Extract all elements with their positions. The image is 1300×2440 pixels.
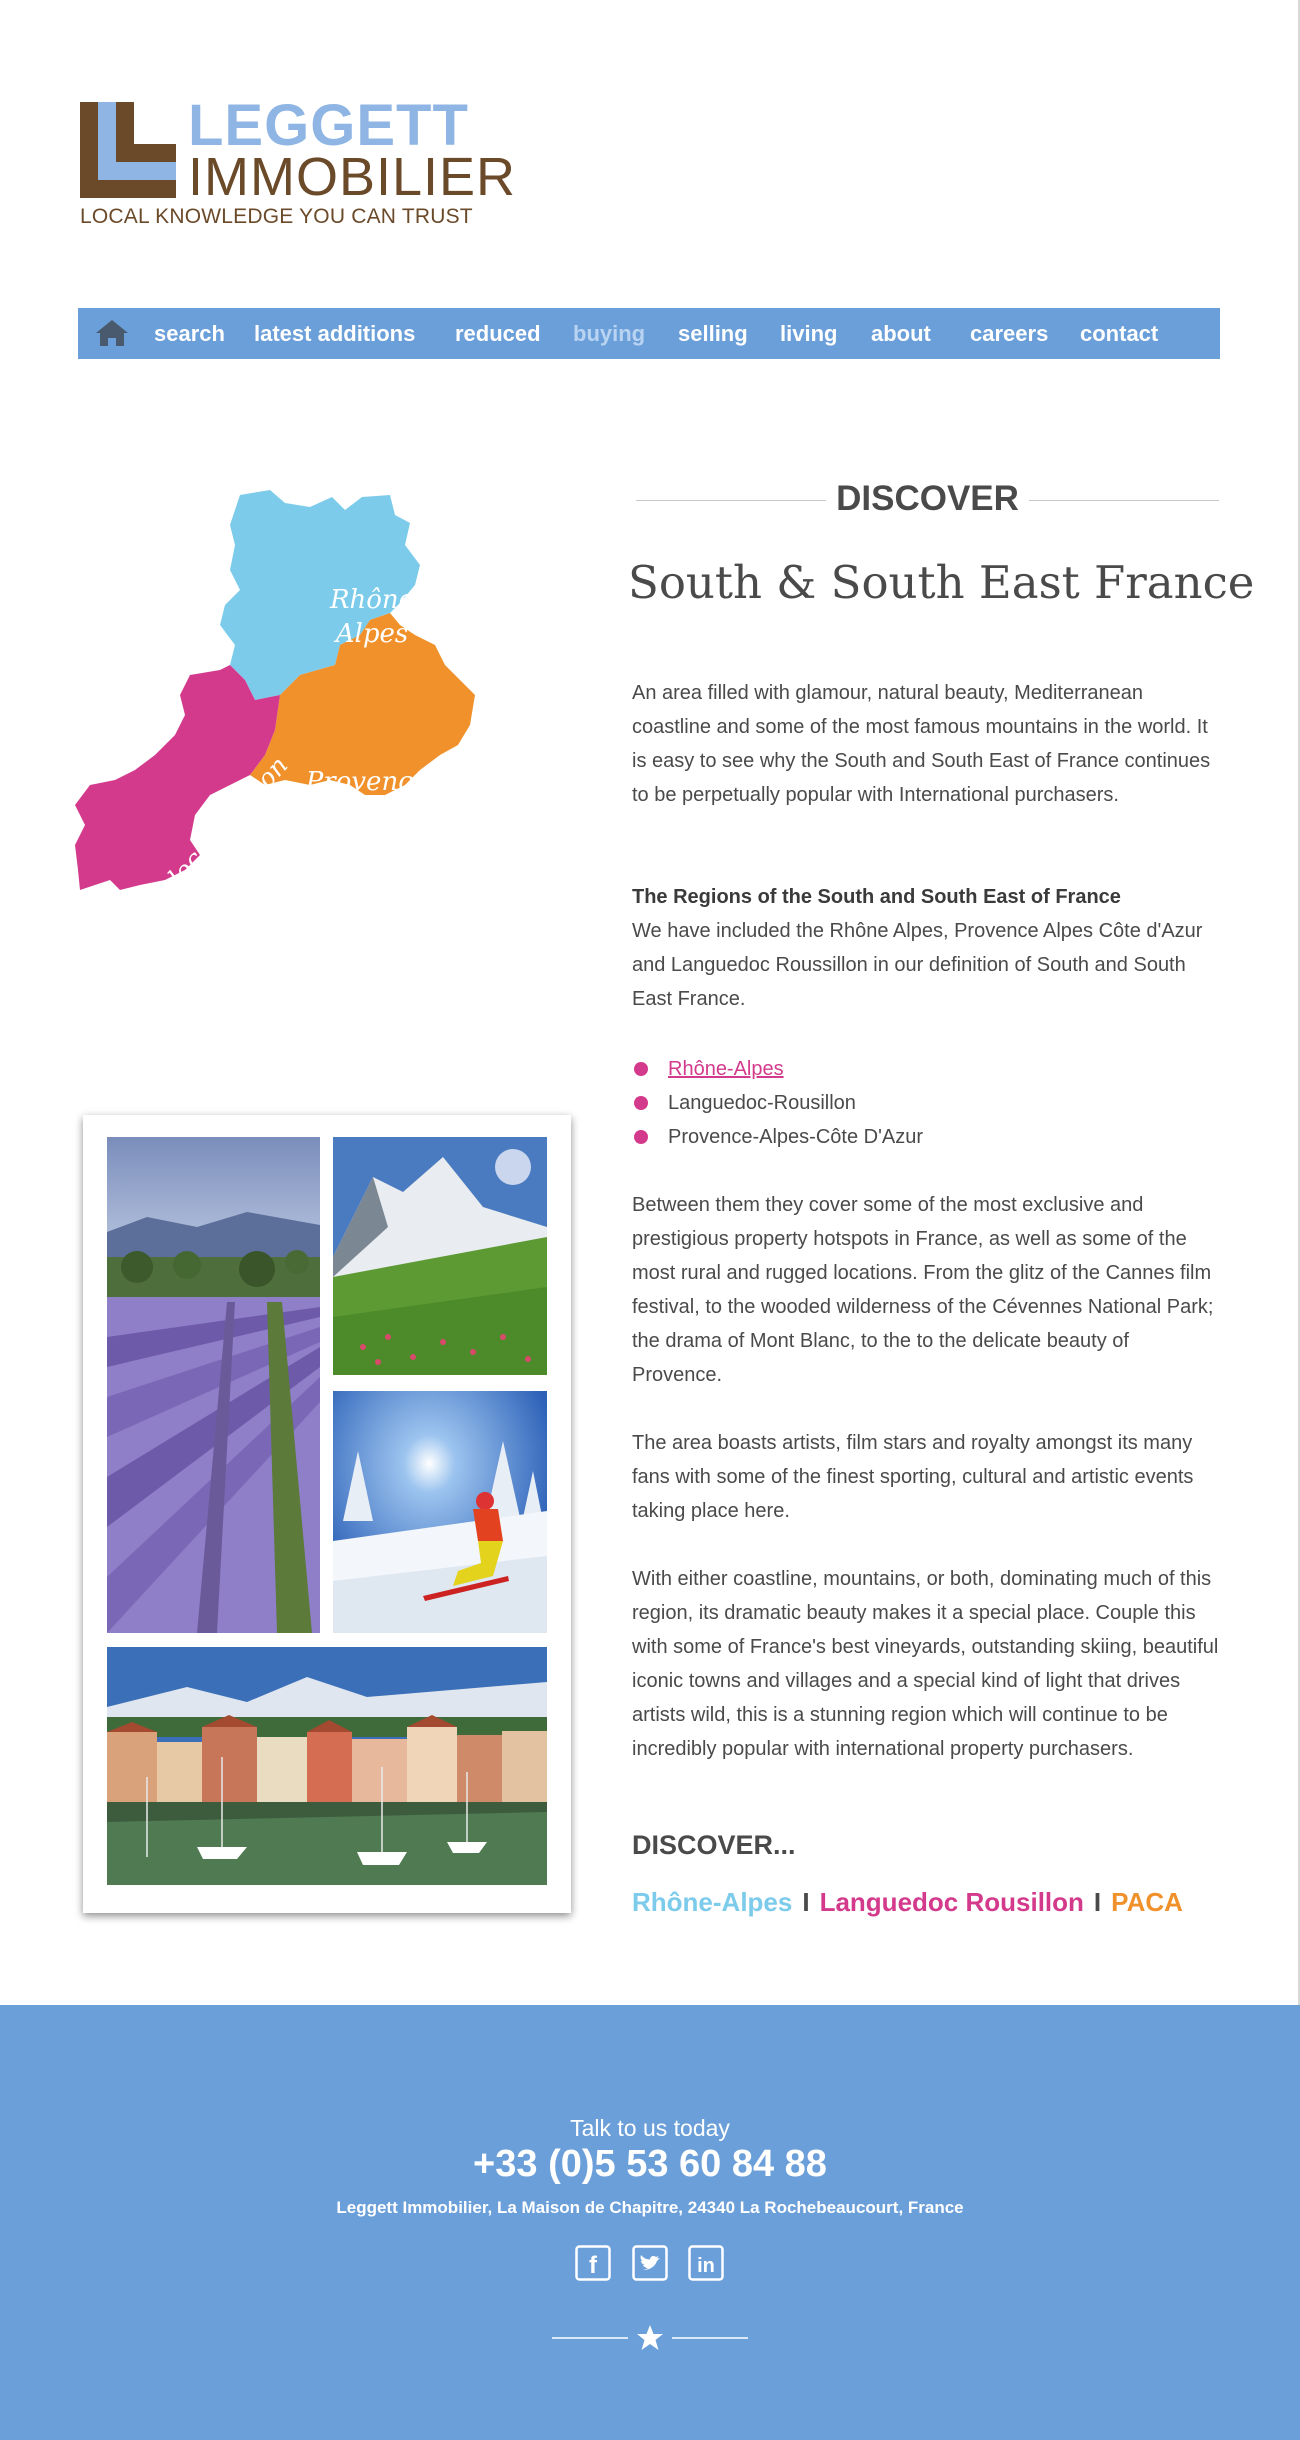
nav-item-contact[interactable]: contact — [1080, 308, 1158, 359]
nav-item-selling[interactable]: selling — [678, 308, 748, 359]
list-item: Rhône-Alpes — [632, 1052, 1222, 1086]
twitter-icon[interactable] — [632, 2245, 668, 2281]
site-footer: Talk to us today +33 (0)5 53 60 84 88 Le… — [0, 2005, 1300, 2440]
star-icon — [637, 2325, 663, 2350]
discover-more-heading: DISCOVER... — [632, 1830, 796, 1860]
discover-heading-text: DISCOVER — [826, 479, 1029, 518]
svg-text:in: in — [697, 2255, 715, 2277]
region-link-paca[interactable]: PACA — [1111, 1887, 1183, 1917]
nav-item-living[interactable]: living — [780, 308, 837, 359]
regions-list: Rhône-Alpes Languedoc-Rousillon Provence… — [632, 1052, 1222, 1154]
regions-text: We have included the Rhône Alpes, Proven… — [632, 920, 1203, 1010]
nav-item-search[interactable]: search — [154, 308, 225, 359]
footer-phone[interactable]: +33 (0)5 53 60 84 88 — [0, 2143, 1300, 2186]
photo-collage — [83, 1115, 571, 1913]
map-label-paca-2: Côte d'Azur — [334, 799, 491, 829]
region-link-languedoc[interactable]: Languedoc Rousillon — [820, 1887, 1084, 1917]
logo-tagline: LOCAL KNOWLEDGE YOU CAN TRUST — [80, 205, 473, 228]
lavender-field-photo — [107, 1137, 320, 1633]
map-label-paca-1: Provence-Alpes- — [305, 767, 518, 797]
regions-map: Rhône Alpes Provence-Alpes- Côte d'Azur … — [75, 490, 518, 969]
discover-heading: DISCOVER — [636, 476, 1219, 522]
logo-brand-line1: LEGGETT — [188, 93, 469, 158]
svg-text:f: f — [589, 2252, 598, 2279]
main-nav: search latest additions reduced buying s… — [78, 308, 1220, 359]
logo-mark — [80, 102, 176, 198]
paragraph-2: Between them they cover some of the most… — [632, 1194, 1214, 1386]
region-links: Rhône-Alpes I Languedoc Rousillon I PACA — [632, 1887, 1183, 1918]
paca-item: Provence-Alpes-Côte D'Azur — [668, 1126, 924, 1148]
region-separator: I — [802, 1887, 810, 1917]
skier-photo — [333, 1391, 547, 1633]
nav-item-about[interactable]: about — [871, 308, 931, 359]
languedoc-item: Languedoc-Rousillon — [668, 1092, 856, 1114]
paragraph-4: With either coastline, mountains, or bot… — [632, 1568, 1219, 1760]
list-item: Provence-Alpes-Côte D'Azur — [632, 1120, 1222, 1154]
site-logo[interactable]: LEGGETT IMMOBILIER LOCAL KNOWLEDGE YOU C… — [80, 93, 515, 235]
nav-item-latest-additions[interactable]: latest additions — [254, 308, 415, 359]
mont-blanc-meadow-photo — [333, 1137, 547, 1375]
region-separator: I — [1093, 1887, 1102, 1917]
nav-item-reduced[interactable]: reduced — [455, 308, 541, 359]
regions-section: The Regions of the South and South East … — [632, 880, 1222, 1016]
nav-item-careers[interactable]: careers — [970, 308, 1048, 359]
regions-heading: The Regions of the South and South East … — [632, 886, 1121, 908]
region-link-rhone-alpes[interactable]: Rhône-Alpes — [632, 1887, 792, 1917]
logo-brand-line2: IMMOBILIER — [188, 147, 517, 207]
nav-item-buying[interactable]: buying — [573, 308, 645, 359]
rhone-alpes-link[interactable]: Rhône-Alpes — [668, 1058, 784, 1080]
footer-address: Leggett Immobilier, La Maison de Chapitr… — [336, 2198, 964, 2217]
paragraph-3: The area boasts artists, film stars and … — [632, 1432, 1194, 1522]
map-label-rhone-1: Rhône — [329, 585, 414, 615]
page-title: South & South East France — [628, 556, 1255, 609]
harbour-village-photo — [107, 1647, 547, 1885]
map-label-rhone-2: Alpes — [334, 619, 408, 649]
footer-star-divider — [552, 2325, 748, 2350]
linkedin-icon[interactable]: in — [688, 2245, 724, 2281]
home-icon[interactable] — [94, 318, 130, 348]
list-item: Languedoc-Rousillon — [632, 1086, 1222, 1120]
intro-paragraph: An area filled with glamour, natural bea… — [632, 682, 1211, 806]
facebook-icon[interactable]: f — [575, 2245, 611, 2281]
footer-talk-text: Talk to us today — [570, 2115, 730, 2141]
